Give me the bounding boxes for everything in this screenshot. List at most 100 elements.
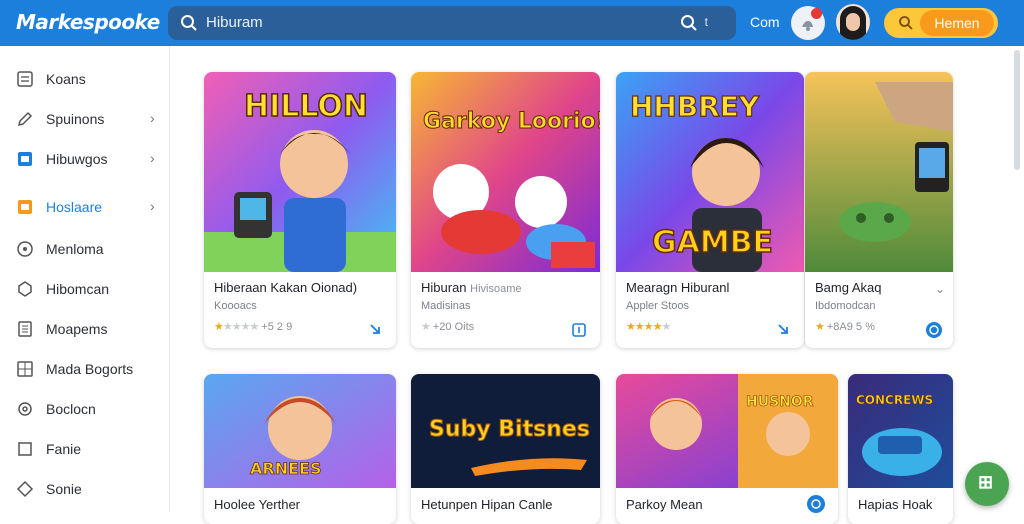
sidebar-item-koans[interactable]: Koans (0, 64, 170, 94)
star-rating: ★★★★★ (214, 321, 259, 333)
card-subtitle: Madisinas (421, 300, 471, 312)
sidebar-item-sonie[interactable]: Sonie (0, 474, 170, 504)
square-icon (18, 442, 32, 456)
card-title: Hoolee Yerther (214, 497, 301, 512)
search-bar[interactable]: Hiburam t (168, 6, 736, 40)
sidebar-item-label: Spuinons (46, 111, 105, 127)
card-thumb-text: HILLON (244, 89, 368, 124)
card-thumbnail: ARNEES (204, 374, 396, 488)
card-thumbnail: HUSNOR (616, 374, 838, 488)
card-thumb-text: Suby Bitsnes (429, 417, 590, 442)
game-card[interactable]: HILLON Hiberaan Kakan Oionad) Koooacs ★★… (204, 72, 396, 348)
card-thumbnail: Suby Bitsnes (411, 374, 600, 488)
doc-icon (18, 321, 32, 337)
sidebar-item-label: Hibomcan (46, 281, 110, 297)
sidebar-item-label: Menloma (46, 241, 104, 257)
search-submit-icon[interactable] (680, 14, 698, 32)
chevron-right-icon: › (150, 150, 155, 166)
chevron-right-icon: › (150, 110, 155, 126)
sidebar-item-boclocn[interactable]: Boclocn (0, 394, 170, 424)
sidebar-item-moapems[interactable]: Moapems (0, 314, 170, 344)
game-card[interactable]: Suby Bitsnes Hetunpen Hipan Canle (411, 374, 600, 524)
gear-icon (18, 402, 32, 416)
header-link[interactable]: Com (750, 14, 780, 30)
card-title: Hiberaan Kakan Oionad) (214, 280, 358, 295)
card-rating: ★ +8A9 5 % (815, 321, 875, 333)
card-title: Hiburan Hivisoame (421, 280, 522, 295)
orange-square-icon (18, 200, 32, 214)
card-thumb-text: HUSNOR (746, 394, 814, 410)
share-icon[interactable] (776, 322, 792, 338)
header-action-label: Hemen (920, 10, 994, 36)
circle-icon (17, 241, 33, 257)
star-rating: ★ (421, 321, 431, 333)
sidebar-item-hibuwgos[interactable]: Hibuwgos › (0, 144, 170, 174)
blue-square-icon (18, 152, 32, 166)
diamond-icon (16, 480, 34, 498)
card-rating: ★ +20 Oits (421, 321, 475, 333)
grid-icon (17, 361, 33, 377)
card-title: Parkoy Mean (626, 497, 703, 512)
card-subtitle: Appler Stoos (626, 300, 689, 312)
notification-badge (811, 8, 822, 19)
game-card[interactable]: Bamg Akaq ⌄ Ibdomodcan ★ +8A9 5 % (805, 72, 953, 348)
globe-icon[interactable] (806, 494, 826, 514)
game-card[interactable]: HHBREY GAMBE Mearagn Hiburanl Appler Sto… (616, 72, 804, 348)
card-thumbnail: Garkoy Loorio! (411, 72, 600, 272)
star-rating: ★★★★★ (626, 321, 671, 333)
notification-button[interactable] (791, 6, 825, 40)
card-title: Mearagn Hiburanl (626, 280, 730, 295)
card-title: Hetunpen Hipan Canle (421, 497, 553, 512)
game-card[interactable]: CONCREWS Hapias Hoak (848, 374, 953, 524)
card-thumb-text-bottom: GAMBE (652, 225, 773, 260)
gift-icon: ⊞ (978, 472, 994, 492)
puzzle-icon (18, 281, 32, 297)
app-logo[interactable]: Markespooke (16, 10, 160, 34)
card-thumbnail: HHBREY GAMBE (616, 72, 804, 272)
sidebar-item-label: Boclocn (46, 401, 96, 417)
game-card[interactable]: HUSNOR Parkoy Mean (616, 374, 838, 524)
box-icon[interactable] (571, 322, 587, 338)
pen-icon (17, 111, 33, 127)
sidebar-item-label: Hibuwgos (46, 151, 108, 167)
search-icon (899, 16, 913, 30)
sidebar-item-label: Hoslaare (46, 199, 103, 215)
scrollbar[interactable] (1014, 50, 1020, 170)
sidebar-item-hoslaare[interactable]: Hoslaare › (0, 192, 170, 222)
card-thumb-text: Garkoy Loorio! (423, 109, 600, 134)
sidebar-item-label: Sonie (46, 481, 82, 497)
avatar-face (846, 13, 860, 31)
card-thumb-text: CONCREWS (856, 393, 933, 407)
share-icon[interactable] (368, 322, 384, 338)
search-input[interactable]: Hiburam (206, 14, 263, 31)
card-thumb-text-top: HHBREY (630, 90, 760, 123)
card-subtitle: Ibdomodcan (815, 300, 876, 312)
chevron-down-icon[interactable]: ⌄ (935, 282, 945, 296)
avatar[interactable] (836, 4, 870, 40)
floating-action-button[interactable]: ⊞ (965, 462, 1009, 506)
sidebar-item-fanie[interactable]: Fanie (0, 434, 170, 464)
sidebar-item-mada-bogorts[interactable]: Mada Bogorts (0, 354, 170, 384)
card-subtitle: Koooacs (214, 300, 257, 312)
card-rating: ★★★★★ (626, 320, 671, 333)
sidebar-item-label: Mada Bogorts (46, 361, 134, 377)
sidebar-item-menloma[interactable]: Menloma (0, 234, 170, 264)
search-icon (181, 15, 197, 31)
card-title: Hapias Hoak (858, 497, 933, 512)
sidebar-item-hibomcan[interactable]: Hibomcan (0, 274, 170, 304)
game-card[interactable]: Garkoy Loorio! Hiburan Hivisoame Madisin… (411, 72, 600, 348)
sidebar-item-label: Moapems (46, 321, 108, 337)
header-action-button[interactable]: Hemen (884, 8, 998, 38)
sidebar-item-label: Koans (46, 71, 86, 87)
sidebar-item-spuinons[interactable]: Spuinons › (0, 104, 170, 134)
globe-icon[interactable] (925, 321, 943, 339)
card-thumbnail: CONCREWS (848, 374, 953, 488)
search-key-hint: t (704, 15, 708, 29)
card-title: Bamg Akaq (815, 280, 882, 295)
game-card[interactable]: ARNEES Hoolee Yerther (204, 374, 396, 524)
sidebar-item-label: Fanie (46, 441, 82, 457)
top-bar: Markespooke Hiburam t Com Hemen (0, 0, 1024, 46)
list-icon (17, 71, 33, 87)
sidebar: Koans Spuinons › Hibuwgos › Hoslaare › M… (0, 46, 170, 512)
chevron-right-icon: › (150, 198, 155, 214)
